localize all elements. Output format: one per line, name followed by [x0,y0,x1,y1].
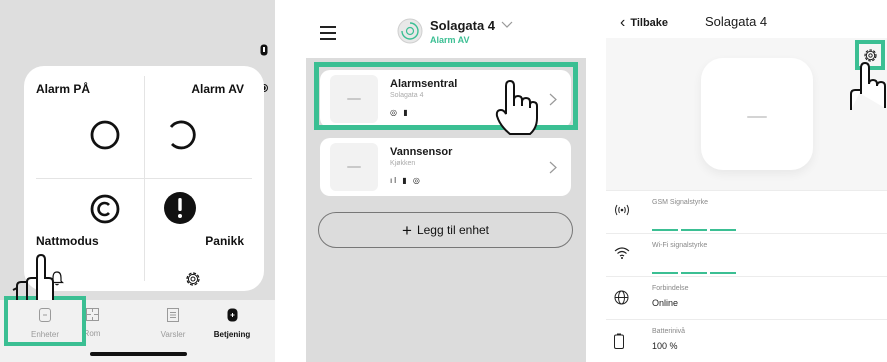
gear-icon[interactable] [184,270,202,288]
row-label: Forbindelse [652,285,689,292]
home-indicator [90,352,187,356]
tab-label: Betjening [213,330,251,339]
battery-icon [260,44,268,56]
tab-control[interactable]: Betjening [202,308,262,339]
plus-icon: + [402,221,412,240]
device-image-area [606,38,887,190]
pointer-hand-icon [850,61,886,110]
control-icon [227,308,237,322]
hub-status: Alarm AV [430,35,470,45]
arming-card: Alarm PÅ Alarm AV Nattmodus Panikk [24,66,264,291]
globe-icon [614,290,629,305]
alarm-on-label: Alarm PÅ [36,82,91,96]
battery-row: Batterinivå 100 % [606,319,887,362]
row-label: Wi-Fi signalstyrke [652,242,708,249]
row-value: 100 % [652,341,678,351]
wifi-signal-row: Wi-Fi signalstyrke [606,233,887,276]
sensor-thumbnail [330,143,378,191]
antenna-icon [615,204,629,216]
control-screen: Alarm PÅ Alarm AV Nattmodus Panikk Enhet… [0,0,275,362]
tab-label: Varsler [160,330,186,339]
row-label: GSM Signalstyrke [652,199,709,206]
hub-logo-icon[interactable] [396,17,424,45]
add-device-label: Legg til enhet [416,223,489,237]
device-name: Vannsensor [390,146,453,158]
panic-label: Panikk [205,234,244,248]
night-mode-label: Nattmodus [36,234,99,248]
disarm-icon[interactable] [164,118,198,152]
row-label: Batterinivå [652,328,686,335]
wifi-icon [614,247,630,259]
devices-screen: Solagata 4 Alarm AV Alarmsentral Solagat… [306,0,586,362]
hub-image [701,58,813,170]
menu-icon[interactable] [320,26,336,44]
device-status-icons: ıl ▮ ◎ [390,176,422,185]
pointer-hand-icon [12,253,54,300]
chevron-left-icon: ‹ [620,14,626,31]
battery-icon [614,333,624,349]
alarm-off-label: Alarm AV [191,82,244,96]
arm-icon[interactable] [88,118,122,152]
page-title: Solagata 4 [705,14,768,29]
device-detail-screen: ‹ Tilbake Solagata 4 GSM Signalstyrke Wi-… [606,0,887,362]
chevron-down-icon[interactable] [501,21,513,29]
connection-row: Forbindelse Online [606,276,887,319]
gsm-signal-row: GSM Signalstyrke [606,190,887,233]
back-label: Tilbake [630,17,669,29]
rooms-icon [85,308,99,321]
back-button[interactable]: ‹ Tilbake [620,14,668,32]
night-mode-icon[interactable] [88,192,122,226]
panic-icon[interactable] [162,190,198,226]
tab-notifications[interactable]: Varsler [143,308,203,339]
device-card-water-sensor[interactable]: Vannsensor Kjøkken ıl ▮ ◎ [320,138,571,196]
hub-header: Solagata 4 Alarm AV [306,0,586,58]
add-device-button[interactable]: + Legg til enhet [318,212,573,248]
chevron-right-icon [549,161,557,174]
notifications-icon [167,308,179,322]
divider [36,178,252,179]
pointer-hand-icon [495,79,538,135]
hub-name[interactable]: Solagata 4 [430,18,495,33]
device-room: Kjøkken [390,160,416,167]
row-value: Online [652,298,679,308]
